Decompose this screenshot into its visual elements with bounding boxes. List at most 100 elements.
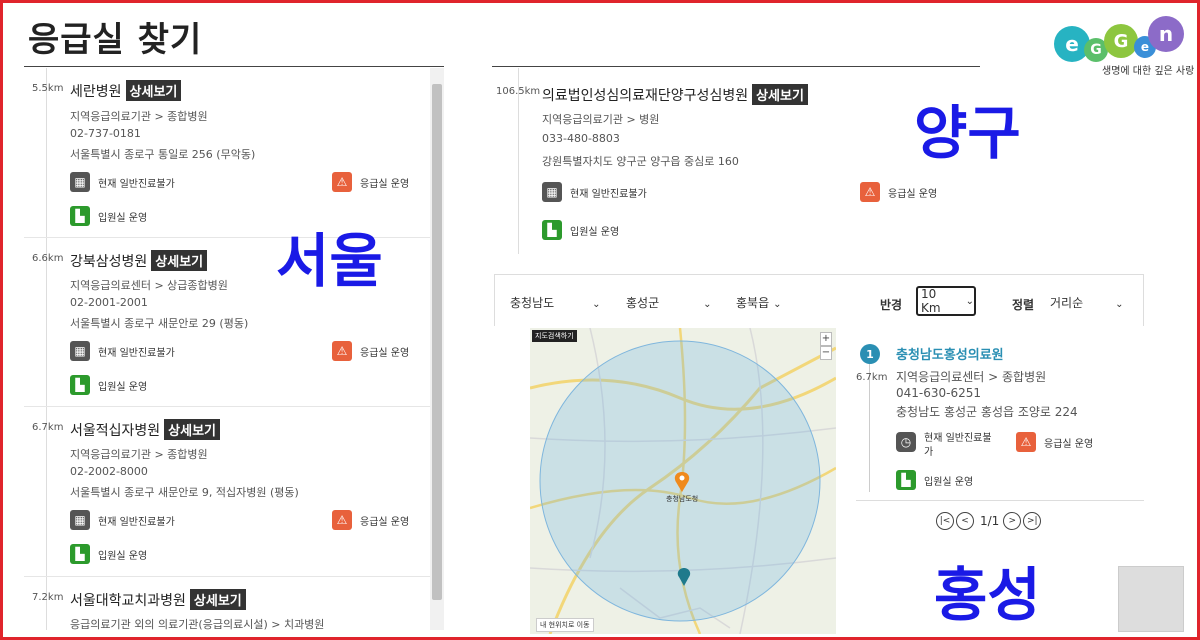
- last-page-button[interactable]: >|: [1023, 512, 1042, 530]
- bed-icon: ▙: [70, 544, 90, 564]
- result-divider: [856, 500, 1144, 501]
- er-status: ⚠ 응급실 운영: [860, 182, 937, 202]
- map-view[interactable]: 지도검색하기 + − 충청남도청 내 현위치로 이동: [530, 328, 836, 634]
- chevron-down-icon: ⌄: [965, 295, 974, 307]
- ward-status: ▙ 입원실 운영: [896, 470, 973, 490]
- ward-status-text: 입원실 운영: [98, 212, 148, 224]
- page-title: 응급실 찾기: [28, 20, 203, 60]
- hospital-category: 지역응급의료기관 > 병원: [542, 113, 660, 126]
- calendar-icon: ▦: [70, 510, 90, 530]
- sort-label: 정렬: [1012, 298, 1035, 312]
- general-status-text: 현재 일반진료불가: [570, 188, 647, 200]
- county-select[interactable]: 홍성군 ⌄: [626, 294, 712, 311]
- radius-select[interactable]: 10 Km ⌄: [916, 286, 976, 316]
- hospital-name-text: 의료법인성심의료재단양구성심병원: [542, 88, 749, 104]
- radius-value: 10 Km: [921, 287, 941, 315]
- result-phone[interactable]: 041-630-6251: [896, 386, 981, 400]
- er-status-text: 응급실 운영: [1044, 438, 1094, 450]
- zoom-out-button[interactable]: −: [820, 346, 832, 360]
- detail-button[interactable]: 상세보기: [189, 589, 246, 610]
- hospital-phone[interactable]: 02-2002-8000: [70, 465, 148, 478]
- general-status-text: 현재 일반진료불 가: [924, 432, 992, 460]
- detail-button[interactable]: 상세보기: [752, 84, 808, 105]
- hospital-list: 5.5km 세란병원 상세보기 지역응급의료기관 > 종합병원 02-737-01…: [24, 68, 444, 630]
- hospital-address: 강원특별자치도 양구군 양구읍 중심로 160: [542, 155, 739, 168]
- map-canvas: [530, 328, 836, 634]
- hospital-category: 지역응급의료센터 > 상급종합병원: [70, 279, 228, 292]
- chevron-down-icon: ⌄: [592, 299, 601, 310]
- er-status: ⚠ 응급실 운영: [332, 341, 409, 361]
- province-select[interactable]: 충청남도 ⌄: [510, 294, 601, 311]
- er-status: ⚠ 응급실 운영: [1016, 432, 1093, 452]
- general-status: ◷ 현재 일반진료불 가: [896, 432, 992, 460]
- card-divider: [492, 66, 980, 67]
- clock-icon: ◷: [896, 432, 916, 452]
- distance-label: 106.5km: [496, 86, 541, 97]
- hospital-phone[interactable]: 02-2001-2001: [70, 296, 148, 309]
- calendar-icon: ▦: [70, 172, 90, 192]
- county-value: 홍성군: [626, 296, 660, 310]
- first-page-button[interactable]: |<: [936, 512, 954, 530]
- hospital-address: 서울특별시 종로구 새문안로 29 (평동): [70, 317, 249, 330]
- hospital-name-text: 서울적십자병원: [70, 423, 161, 439]
- er-status: ⚠ 응급실 운영: [332, 172, 409, 192]
- list-item: 5.5km 세란병원 상세보기 지역응급의료기관 > 종합병원 02-737-01…: [24, 68, 430, 238]
- general-status-text: 현재 일반진료불가: [98, 516, 175, 528]
- general-status: ▦ 현재 일반진료불가: [70, 341, 175, 361]
- er-status-text: 응급실 운영: [888, 188, 938, 200]
- region-label-hongseong: 홍성: [934, 561, 1041, 629]
- map-search-button[interactable]: 지도검색하기: [532, 330, 577, 342]
- siren-icon: ⚠: [1016, 432, 1036, 452]
- hospital-phone[interactable]: 02-737-0181: [70, 127, 141, 140]
- hospital-name: 강북삼성병원 상세보기: [70, 250, 208, 271]
- siren-icon: ⚠: [860, 182, 880, 202]
- hospital-name-text: 세란병원: [70, 84, 122, 100]
- detail-button[interactable]: 상세보기: [164, 419, 221, 440]
- hospital-name: 의료법인성심의료재단양구성심병원 상세보기: [542, 84, 808, 105]
- siren-icon: ⚠: [332, 510, 352, 530]
- list-item: 6.7km 서울적십자병원 상세보기 지역응급의료기관 > 종합병원 02-200…: [24, 407, 430, 577]
- detail-button[interactable]: 상세보기: [125, 80, 182, 101]
- sort-select[interactable]: 거리순 ⌄: [1050, 294, 1124, 311]
- distance-label: 7.2km: [32, 592, 64, 603]
- siren-icon: ⚠: [332, 341, 352, 361]
- hospital-name-text: 강북삼성병원: [70, 254, 148, 270]
- pagination: |< < 1/1 > >|: [936, 512, 1043, 530]
- hospital-name: 세란병원 상세보기: [70, 80, 182, 101]
- calendar-icon: ▦: [70, 341, 90, 361]
- hospital-category: 지역응급의료기관 > 종합병원: [70, 448, 208, 461]
- result-name[interactable]: 충청남도홍성의료원: [896, 344, 1004, 363]
- hospital-phone[interactable]: 033-480-8803: [542, 132, 620, 145]
- next-page-button[interactable]: >: [1003, 512, 1022, 530]
- title-divider: [24, 66, 444, 67]
- ward-status-text: 입원실 운영: [570, 226, 620, 238]
- my-location-button[interactable]: 내 현위치로 이동: [536, 618, 594, 632]
- siren-icon: ⚠: [332, 172, 352, 192]
- er-status: ⚠ 응급실 운영: [332, 510, 409, 530]
- general-status-text: 현재 일반진료불가: [98, 178, 175, 190]
- sort-value: 거리순: [1050, 296, 1084, 310]
- distance-label: 6.7km: [32, 422, 64, 433]
- ward-status-text: 입원실 운영: [98, 381, 148, 393]
- general-status: ▦ 현재 일반진료불가: [542, 182, 647, 202]
- region-label-yanggu: 양구: [914, 99, 1021, 167]
- zoom-in-button[interactable]: +: [820, 332, 832, 346]
- town-select[interactable]: 홍북읍 ⌄: [736, 294, 782, 311]
- er-status-text: 응급실 운영: [360, 516, 410, 528]
- detail-button[interactable]: 상세보기: [151, 250, 208, 271]
- er-status-text: 응급실 운영: [360, 347, 410, 359]
- general-status-line2: 가: [924, 447, 934, 458]
- result-timeline-line: [869, 364, 870, 492]
- prev-page-button[interactable]: <: [956, 512, 974, 530]
- list-item: 7.2km 서울대학교치과병원 상세보기 응급의료기관 외의 의료기관(응급의료시…: [24, 577, 430, 630]
- ward-status: ▙ 입원실 운영: [70, 375, 147, 395]
- general-status: ▦ 현재 일반진료불가: [70, 172, 175, 192]
- result-category: 지역응급의료센터 > 종합병원: [896, 370, 1047, 384]
- province-value: 충청남도: [510, 296, 555, 310]
- list-scrollbar-thumb[interactable]: [432, 84, 442, 600]
- page-indicator: 1/1: [980, 514, 1000, 528]
- general-status-line1: 현재 일반진료불: [924, 433, 992, 444]
- chevron-down-icon: ⌄: [1115, 299, 1124, 310]
- town-value: 홍북읍: [736, 296, 770, 310]
- distance-label: 6.7km: [856, 372, 888, 383]
